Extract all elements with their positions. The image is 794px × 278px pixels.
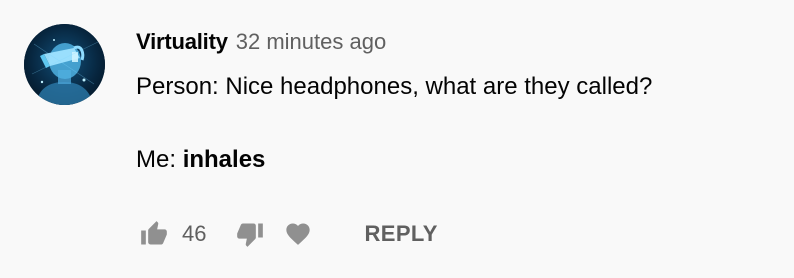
comment-text-line: Person: Nice headphones, what are they c…	[136, 73, 653, 100]
reply-button[interactable]: REPLY	[364, 221, 437, 247]
comment-thread-item: Virtuality 32 minutes ago Person: Nice h…	[0, 0, 794, 278]
thumbs-down-icon	[237, 223, 264, 247]
vr-headset-avatar-icon	[24, 24, 105, 105]
thumbs-up-icon	[141, 221, 167, 245]
author-avatar[interactable]	[24, 24, 105, 105]
like-button[interactable]	[136, 216, 172, 252]
heart-icon	[286, 223, 311, 245]
dislike-button[interactable]	[232, 216, 268, 252]
like-count: 46	[182, 221, 207, 246]
comment-text-spacer	[136, 103, 774, 143]
comment-text-bold: inhales	[182, 146, 266, 173]
comment-header: Virtuality 32 minutes ago	[136, 24, 774, 60]
comment-text: Person: Nice headphones, what are they c…	[136, 70, 774, 176]
heart-button[interactable]	[280, 216, 316, 252]
comment-timestamp[interactable]: 32 minutes ago	[236, 29, 386, 55]
comment-action-bar: 46 REPLY	[136, 214, 438, 254]
comment-body: Virtuality 32 minutes ago Person: Nice h…	[136, 24, 774, 176]
comment-text-line: Me: inhales	[136, 143, 774, 176]
comment-text-prefix: Me:	[136, 146, 183, 173]
author-name[interactable]: Virtuality	[136, 29, 228, 55]
